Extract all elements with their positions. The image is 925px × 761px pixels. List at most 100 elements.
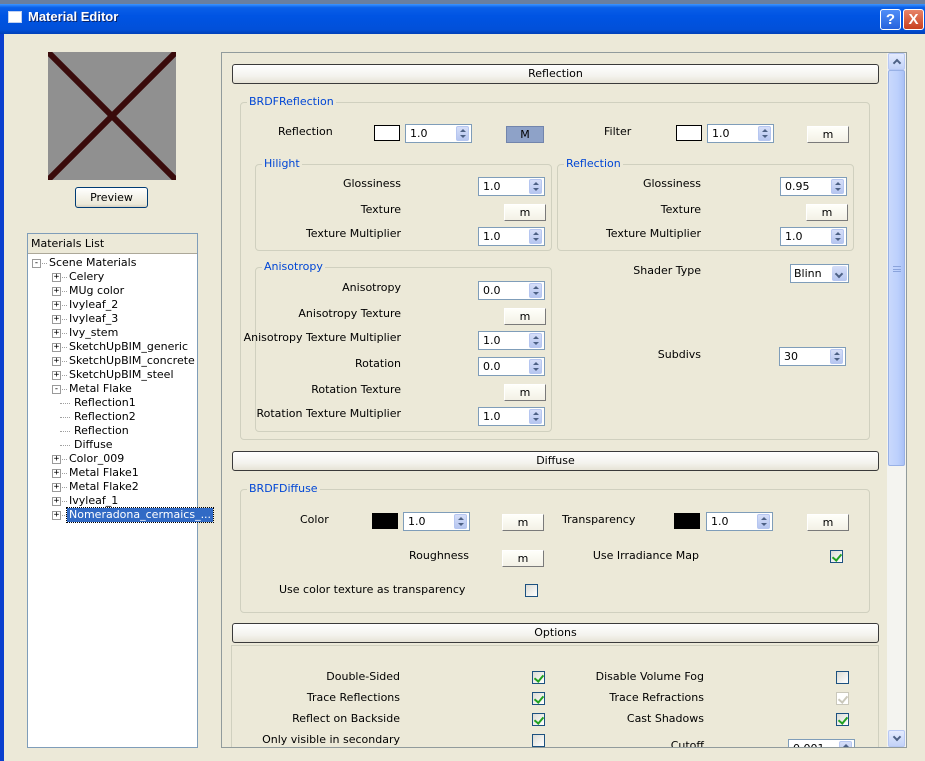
option-checkbox[interactable]: [836, 671, 849, 684]
expand-icon[interactable]: +: [52, 371, 61, 380]
tree-item[interactable]: + SketchUpBIM_generic: [28, 340, 197, 354]
rotation-texture-button[interactable]: m: [504, 384, 546, 401]
tree-item-label[interactable]: Reflection2: [72, 410, 138, 424]
use-irradiance-map-checkbox[interactable]: [830, 550, 843, 563]
diffuse-section-header[interactable]: Diffuse: [232, 451, 879, 471]
rotation-texture-multiplier-spinbox[interactable]: 1.0: [478, 407, 545, 426]
close-button[interactable]: X: [903, 9, 924, 30]
tree-item[interactable]: + Ivyleaf_1: [28, 494, 197, 508]
transparency-color-swatch[interactable]: [674, 513, 700, 529]
expand-icon[interactable]: +: [52, 287, 61, 296]
tree-item[interactable]: + Metal Flake2: [28, 480, 197, 494]
transparency-map-button[interactable]: m: [807, 514, 849, 531]
tree-item-label[interactable]: Ivyleaf_2: [67, 298, 120, 312]
tree-root[interactable]: - Scene Materials: [28, 256, 197, 270]
filter-map-button[interactable]: m: [807, 126, 849, 143]
tree-item-label[interactable]: Ivyleaf_3: [67, 312, 120, 326]
tree-item-label[interactable]: Ivyleaf_1: [67, 494, 120, 508]
tree-item[interactable]: + Ivyleaf_3: [28, 312, 197, 326]
title-bar[interactable]: Material Editor ? X: [0, 0, 925, 34]
expand-icon[interactable]: +: [52, 469, 61, 478]
spin-arrows-icon[interactable]: [830, 349, 843, 364]
diffuse-color-amount-spinbox[interactable]: 1.0: [403, 512, 470, 531]
reflection-glossiness-spinbox[interactable]: 0.95: [780, 177, 847, 196]
spin-arrows-icon[interactable]: [529, 409, 542, 424]
tree-item-label[interactable]: Diffuse: [72, 438, 115, 452]
expand-icon[interactable]: +: [52, 329, 61, 338]
tree-item-label[interactable]: SketchUpBIM_concrete: [67, 354, 197, 368]
tree-item[interactable]: + SketchUpBIM_steel: [28, 368, 197, 382]
tree-item-label[interactable]: SketchUpBIM_steel: [67, 368, 176, 382]
properties-scrollbar[interactable]: [887, 53, 906, 747]
materials-tree[interactable]: - Scene Materials + Celery + MUg color + Ivylea…: [28, 254, 215, 523]
anisotropy-texture-multiplier-spinbox[interactable]: 1.0: [478, 331, 545, 350]
expand-icon[interactable]: +: [52, 273, 61, 282]
tree-item-label[interactable]: Celery: [67, 270, 106, 284]
shader-type-dropdown[interactable]: Blinn: [790, 264, 849, 283]
filter-amount-spinbox[interactable]: 1.0: [707, 124, 774, 143]
spin-arrows-icon[interactable]: [454, 514, 467, 529]
spin-arrows-icon[interactable]: [529, 179, 542, 194]
expand-icon[interactable]: +: [52, 483, 61, 492]
spin-arrows-icon[interactable]: [529, 229, 542, 244]
subdivs-spinbox[interactable]: 30: [779, 347, 846, 366]
scroll-up-icon[interactable]: [888, 53, 905, 70]
option-checkbox[interactable]: [836, 713, 849, 726]
option-checkbox[interactable]: [532, 713, 545, 726]
tree-item-label[interactable]: MUg color: [67, 284, 126, 298]
tree-item[interactable]: + Ivyleaf_2: [28, 298, 197, 312]
tree-item-label[interactable]: Scene Materials: [47, 256, 138, 270]
tree-item[interactable]: + Celery: [28, 270, 197, 284]
tree-item[interactable]: - Metal Flake: [28, 382, 197, 396]
expand-icon[interactable]: +: [52, 301, 61, 310]
tree-subitem[interactable]: Reflection1: [28, 396, 197, 410]
spin-arrows-icon[interactable]: [839, 741, 852, 747]
chevron-down-icon[interactable]: [832, 266, 847, 281]
use-color-texture-checkbox[interactable]: [525, 584, 538, 597]
spin-arrows-icon[interactable]: [757, 514, 770, 529]
anisotropy-texture-button[interactable]: m: [504, 308, 546, 325]
tree-item-label[interactable]: Reflection: [72, 424, 131, 438]
options-section-header[interactable]: Options: [232, 623, 879, 643]
tree-item-label[interactable]: Nomeradona_cermaics_...: [65, 507, 215, 523]
expand-icon[interactable]: +: [52, 497, 61, 506]
tree-subitem[interactable]: Reflection: [28, 424, 197, 438]
tree-item[interactable]: + Color_009: [28, 452, 197, 466]
tree-item-label[interactable]: Color_009: [67, 452, 126, 466]
spin-arrows-icon[interactable]: [831, 179, 844, 194]
spin-arrows-icon[interactable]: [831, 229, 844, 244]
tree-item[interactable]: + Ivy_stem: [28, 326, 197, 340]
spin-arrows-icon[interactable]: [529, 359, 542, 374]
tree-item-label[interactable]: Metal Flake2: [67, 480, 141, 494]
roughness-map-button[interactable]: m: [502, 550, 544, 567]
hilight-texture-multiplier-spinbox[interactable]: 1.0: [478, 227, 545, 246]
reflection-map-button[interactable]: M: [506, 126, 544, 143]
reflection-texture-button[interactable]: m: [806, 204, 848, 221]
spin-arrows-icon[interactable]: [456, 126, 469, 141]
reflection-color-swatch[interactable]: [374, 125, 400, 141]
tree-item-label[interactable]: SketchUpBIM_generic: [67, 340, 190, 354]
spin-arrows-icon[interactable]: [758, 126, 771, 141]
cutoff-spinbox[interactable]: 0.001: [788, 739, 855, 747]
tree-item[interactable]: + Nomeradona_cermaics_...: [28, 507, 215, 523]
diffuse-color-swatch[interactable]: [372, 513, 398, 529]
expand-icon[interactable]: +: [52, 511, 61, 520]
reflection-amount-spinbox[interactable]: 1.0: [405, 124, 472, 143]
option-checkbox[interactable]: [532, 692, 545, 705]
tree-subitem[interactable]: Diffuse: [28, 438, 197, 452]
filter-color-swatch[interactable]: [676, 125, 702, 141]
spin-arrows-icon[interactable]: [529, 283, 542, 298]
diffuse-color-map-button[interactable]: m: [502, 514, 544, 531]
reflection-texture-multiplier-spinbox[interactable]: 1.0: [780, 227, 847, 246]
hilight-glossiness-spinbox[interactable]: 1.0: [478, 177, 545, 196]
tree-item-label[interactable]: Metal Flake: [67, 382, 134, 396]
expand-icon[interactable]: +: [52, 357, 61, 366]
hilight-texture-button[interactable]: m: [504, 204, 546, 221]
materials-list[interactable]: Materials List - Scene Materials + Celery + M…: [27, 233, 215, 748]
scrollbar-thumb[interactable]: [888, 70, 905, 466]
anisotropy-spinbox[interactable]: 0.0: [478, 281, 545, 300]
tree-item-label[interactable]: Reflection1: [72, 396, 138, 410]
help-button[interactable]: ?: [880, 9, 901, 30]
option-checkbox[interactable]: [532, 734, 545, 747]
reflection-section-header[interactable]: Reflection: [232, 64, 879, 84]
